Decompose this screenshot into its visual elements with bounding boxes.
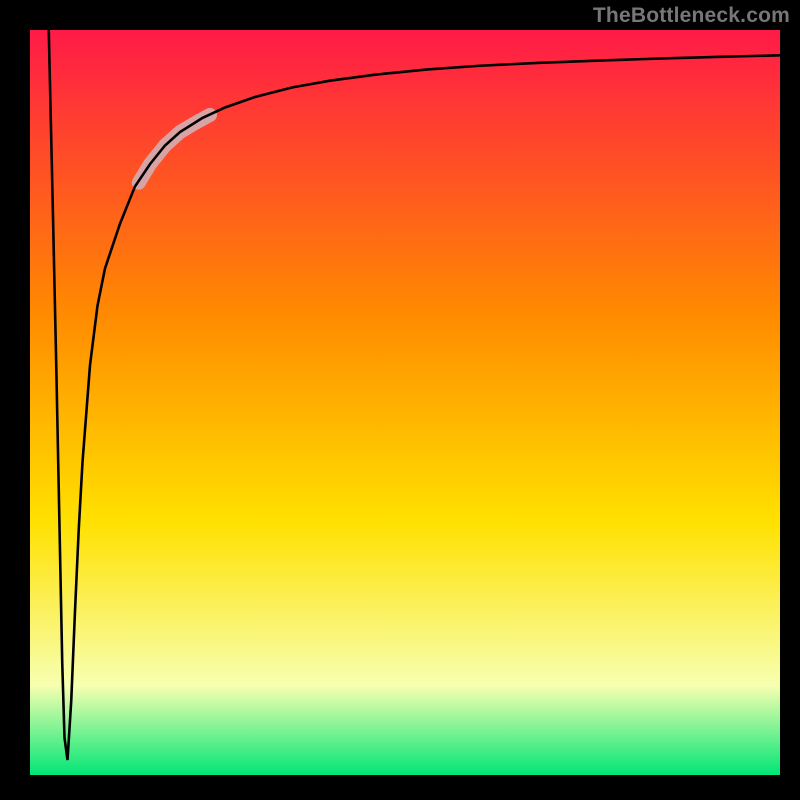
chart-canvas (0, 0, 800, 800)
plot-background (30, 30, 780, 775)
watermark-text: TheBottleneck.com (593, 4, 790, 28)
bottleneck-chart: TheBottleneck.com (0, 0, 800, 800)
